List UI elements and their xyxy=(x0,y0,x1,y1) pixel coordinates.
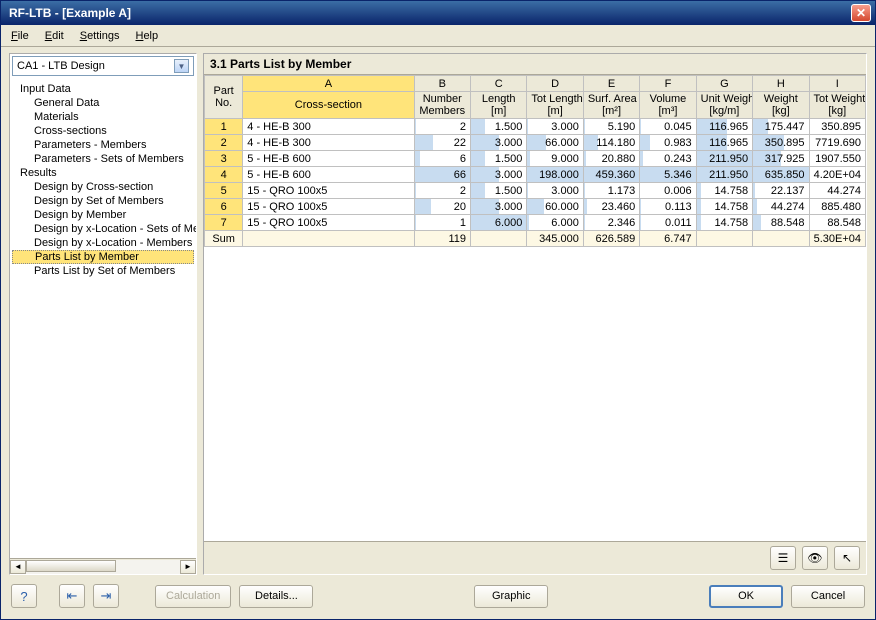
col-letter-G[interactable]: G xyxy=(696,76,752,92)
table-body: 14 - HE-B 30021.5003.0005.1900.045116.96… xyxy=(205,119,866,247)
tree-params-sets[interactable]: Parameters - Sets of Members xyxy=(12,152,194,166)
col-part-no[interactable]: PartNo. xyxy=(205,76,243,119)
tree-cross-sections[interactable]: Cross-sections xyxy=(12,124,194,138)
tree-hscroll[interactable]: ◄ ► xyxy=(10,558,196,574)
col-letter-B[interactable]: B xyxy=(414,76,470,92)
details-button[interactable]: Details... xyxy=(239,585,313,608)
col-letter-E[interactable]: E xyxy=(583,76,639,92)
titlebar: RF-LTB - [Example A] ✕ xyxy=(1,1,875,25)
graphic-button[interactable]: Graphic xyxy=(474,585,548,608)
menu-edit[interactable]: Edit xyxy=(37,28,72,44)
ok-button[interactable]: OK xyxy=(709,585,783,608)
cell-cross-section[interactable]: 15 - QRO 100x5 xyxy=(243,199,414,215)
cell-cross-section[interactable]: 4 - HE-B 300 xyxy=(243,119,414,135)
row-number[interactable]: 7 xyxy=(205,215,243,231)
col-header-0[interactable]: Cross-section xyxy=(243,92,414,119)
case-combo-value: CA1 - LTB Design xyxy=(17,60,174,72)
prev-icon[interactable]: ⇤ xyxy=(59,584,85,608)
col-header-1[interactable]: NumberMembers xyxy=(414,92,470,119)
scroll-track[interactable] xyxy=(26,560,180,574)
tree-results[interactable]: Results xyxy=(12,166,194,180)
col-letter-C[interactable]: C xyxy=(470,76,526,92)
tree-design-cs[interactable]: Design by Cross-section xyxy=(12,180,194,194)
scroll-left-icon[interactable]: ◄ xyxy=(10,560,26,574)
help-icon[interactable]: ? xyxy=(11,584,37,608)
tree-params-members[interactable]: Parameters - Members xyxy=(12,138,194,152)
calculation-button: Calculation xyxy=(155,585,231,608)
grid-empty-area xyxy=(204,247,866,541)
col-letter-F[interactable]: F xyxy=(640,76,696,92)
col-header-8[interactable]: Tot Weight[kg] xyxy=(809,92,865,119)
cell-cross-section[interactable]: 15 - QRO 100x5 xyxy=(243,215,414,231)
tree-design-xloc-sets[interactable]: Design by x-Location - Sets of Members xyxy=(12,222,194,236)
scroll-thumb[interactable] xyxy=(26,560,116,572)
tree-parts-set[interactable]: Parts List by Set of Members xyxy=(12,264,194,278)
col-header-4[interactable]: Surf. Area[m²] xyxy=(583,92,639,119)
tree-parts-member[interactable]: Parts List by Member xyxy=(12,250,194,264)
table-row[interactable]: 14 - HE-B 30021.5003.0005.1900.045116.96… xyxy=(205,119,866,135)
sum-row: Sum119345.000626.5896.7475.30E+04 xyxy=(205,231,866,247)
window-title: RF-LTB - [Example A] xyxy=(5,6,851,20)
body-area: CA1 - LTB Design ▼ Input Data General Da… xyxy=(1,47,875,619)
filter-icon[interactable]: ☰ xyxy=(770,546,796,570)
button-bar: ? ⇤ ⇥ Calculation Details... Graphic OK … xyxy=(9,575,867,611)
table-row[interactable]: 615 - QRO 100x5203.00060.00023.4600.1131… xyxy=(205,199,866,215)
cell-cross-section[interactable]: 5 - HE-B 600 xyxy=(243,151,414,167)
table-row[interactable]: 715 - QRO 100x516.0006.0002.3460.01114.7… xyxy=(205,215,866,231)
select-icon[interactable]: ↖ xyxy=(834,546,860,570)
tree-input-data[interactable]: Input Data xyxy=(12,82,194,96)
cancel-button[interactable]: Cancel xyxy=(791,585,865,608)
cell-cross-section[interactable]: 5 - HE-B 600 xyxy=(243,167,414,183)
table-row[interactable]: 35 - HE-B 60061.5009.00020.8800.243211.9… xyxy=(205,151,866,167)
main-split: CA1 - LTB Design ▼ Input Data General Da… xyxy=(9,53,867,575)
menu-file[interactable]: File xyxy=(3,28,37,44)
nav-tree: Input Data General Data Materials Cross-… xyxy=(10,78,196,558)
tree-design-set[interactable]: Design by Set of Members xyxy=(12,194,194,208)
col-letter-I[interactable]: I xyxy=(809,76,865,92)
col-header-7[interactable]: Weight[kg] xyxy=(753,92,809,119)
col-header-6[interactable]: Unit Weight[kg/m] xyxy=(696,92,752,119)
close-button[interactable]: ✕ xyxy=(851,4,871,22)
cell-cross-section[interactable]: 4 - HE-B 300 xyxy=(243,135,414,151)
menubar: File Edit Settings Help xyxy=(1,25,875,47)
tree-design-xloc-members[interactable]: Design by x-Location - Members xyxy=(12,236,194,250)
row-number[interactable]: 5 xyxy=(205,183,243,199)
row-number[interactable]: 2 xyxy=(205,135,243,151)
right-panel: 3.1 Parts List by Member PartNo.ABCDEFGH… xyxy=(203,53,867,575)
col-header-2[interactable]: Length[m] xyxy=(470,92,526,119)
sum-label: Sum xyxy=(205,231,243,247)
table-row[interactable]: 24 - HE-B 300223.00066.000114.1800.98311… xyxy=(205,135,866,151)
parts-table[interactable]: PartNo.ABCDEFGHI Cross-sectionNumberMemb… xyxy=(204,75,866,247)
menu-settings[interactable]: Settings xyxy=(72,28,128,44)
row-number[interactable]: 1 xyxy=(205,119,243,135)
row-number[interactable]: 4 xyxy=(205,167,243,183)
case-combo[interactable]: CA1 - LTB Design ▼ xyxy=(12,56,194,76)
tree-general-data[interactable]: General Data xyxy=(12,96,194,110)
table-row[interactable]: 515 - QRO 100x521.5003.0001.1730.00614.7… xyxy=(205,183,866,199)
next-icon[interactable]: ⇥ xyxy=(93,584,119,608)
col-letter-A[interactable]: A xyxy=(243,76,414,92)
panel-title: 3.1 Parts List by Member xyxy=(204,54,866,75)
table-head: PartNo.ABCDEFGHI Cross-sectionNumberMemb… xyxy=(205,76,866,119)
col-letter-D[interactable]: D xyxy=(527,76,583,92)
row-number[interactable]: 3 xyxy=(205,151,243,167)
tree-materials[interactable]: Materials xyxy=(12,110,194,124)
col-header-5[interactable]: Volume[m³] xyxy=(640,92,696,119)
scroll-right-icon[interactable]: ► xyxy=(180,560,196,574)
eye-icon[interactable]: 👁 xyxy=(802,546,828,570)
col-header-3[interactable]: Tot Length[m] xyxy=(527,92,583,119)
chevron-down-icon[interactable]: ▼ xyxy=(174,59,189,73)
tree-design-member[interactable]: Design by Member xyxy=(12,208,194,222)
table-row[interactable]: 45 - HE-B 600663.000198.000459.3605.3462… xyxy=(205,167,866,183)
left-panel: CA1 - LTB Design ▼ Input Data General Da… xyxy=(9,53,197,575)
col-letter-H[interactable]: H xyxy=(753,76,809,92)
grid-toolbar: ☰ 👁 ↖ xyxy=(204,541,866,574)
grid-wrap: PartNo.ABCDEFGHI Cross-sectionNumberMemb… xyxy=(204,75,866,541)
cell-cross-section[interactable]: 15 - QRO 100x5 xyxy=(243,183,414,199)
menu-help[interactable]: Help xyxy=(127,28,166,44)
row-number[interactable]: 6 xyxy=(205,199,243,215)
app-window: RF-LTB - [Example A] ✕ File Edit Setting… xyxy=(0,0,876,620)
